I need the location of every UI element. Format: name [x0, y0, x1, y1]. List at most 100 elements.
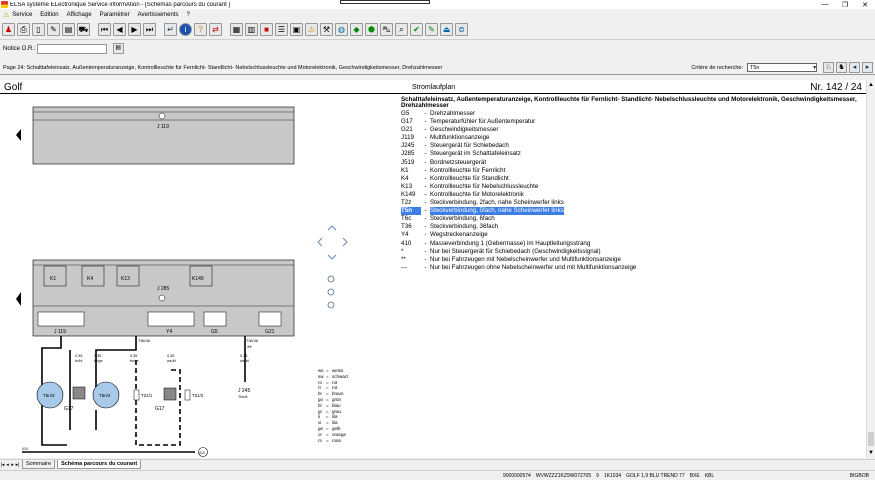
- tab-schema[interactable]: Schéma parcours du courant: [57, 460, 142, 469]
- find-previous-icon[interactable]: ♘: [823, 62, 834, 73]
- legend-code: J245: [401, 142, 415, 150]
- zoom-in-icon[interactable]: [327, 288, 335, 296]
- pan-up-icon[interactable]: [327, 225, 337, 231]
- menu-affichage[interactable]: Affichage: [67, 12, 92, 18]
- legend-row[interactable]: K1 - Kontrollleuchte für Fernlicht: [401, 167, 861, 175]
- collapse-left-icon[interactable]: [16, 129, 21, 141]
- first-page-icon[interactable]: ⏮: [98, 23, 111, 36]
- pan-right-icon[interactable]: [342, 237, 348, 247]
- menu-service[interactable]: Service: [12, 12, 32, 18]
- new-document-icon[interactable]: ▯: [32, 23, 45, 36]
- red-book-icon[interactable]: ■: [260, 23, 273, 36]
- find-next-icon[interactable]: ♞: [836, 62, 847, 73]
- edit-green-icon[interactable]: ✎: [425, 23, 438, 36]
- legend-row[interactable]: --- - Nur bei Fahrzeugen ohne Nebelscheinw…: [401, 264, 861, 272]
- legend-row[interactable]: J119 - Multifunktionsanzeige: [401, 134, 861, 142]
- pan-down-icon[interactable]: [327, 254, 337, 260]
- maximize-button[interactable]: ❐: [835, 1, 855, 9]
- menu-help[interactable]: ?: [187, 12, 190, 18]
- legend-row[interactable]: J285 - Steuergerät im Schalttafeleinsatz: [401, 150, 861, 158]
- legend-row[interactable]: T36 - Steckverbindung, 36fach: [401, 223, 861, 231]
- scroll-up-icon[interactable]: ▲: [868, 82, 874, 88]
- legend-row[interactable]: G17 - Temperaturfühler für Außentemperatur: [401, 118, 861, 126]
- criteria-label: Critère de recherche:: [691, 64, 743, 71]
- zoom-fit-icon[interactable]: [327, 301, 335, 309]
- tab-sommaire[interactable]: Sommaire: [22, 460, 56, 469]
- menu-edition[interactable]: Edition: [40, 12, 58, 18]
- close-button[interactable]: ✕: [855, 1, 875, 9]
- legend-row[interactable]: K4 - Kontrollleuchte für Standlicht: [401, 175, 861, 183]
- previous-page-icon[interactable]: ◀: [113, 23, 126, 36]
- list-icon[interactable]: ☰: [275, 23, 288, 36]
- warning-icon[interactable]: ⚠: [3, 11, 9, 19]
- pan-left-icon[interactable]: [317, 237, 323, 247]
- k149-label: K149: [192, 276, 204, 282]
- menu-avertissements[interactable]: Avertissements: [138, 12, 179, 18]
- exit-icon[interactable]: ⏏: [440, 23, 453, 36]
- status-engine: BXE: [689, 472, 700, 479]
- scroll-thumb[interactable]: [868, 432, 874, 446]
- g17-label-b: G17: [155, 406, 165, 412]
- print-icon[interactable]: ⎙: [17, 23, 30, 36]
- legend-row[interactable]: K149- Kontrollleuchte für Motorelektronik: [401, 191, 861, 199]
- tab-last-icon[interactable]: ▸|: [15, 462, 20, 468]
- legend-row[interactable]: * - Nur bei Steuergerät für Schiebedach (G…: [401, 248, 861, 256]
- legend-row[interactable]: G21 - Geschwindigkeitsmesser: [401, 126, 861, 134]
- edit-icon[interactable]: ✎: [47, 23, 60, 36]
- last-page-icon[interactable]: ⏭: [143, 23, 156, 36]
- wire-color-label: br/ge: [130, 359, 139, 363]
- alert-icon[interactable]: ⚠: [305, 23, 318, 36]
- vehicle-icon[interactable]: ⛍: [380, 23, 393, 36]
- legend-row[interactable]: G5 - Drehzahlmesser: [401, 110, 861, 118]
- minimize-button[interactable]: —: [815, 1, 835, 8]
- tools-icon[interactable]: ⚒: [320, 23, 333, 36]
- zoom-out-icon[interactable]: [327, 275, 335, 283]
- back-icon[interactable]: ◂: [849, 62, 860, 73]
- legend-row[interactable]: ** - Nur bei Fahrzeugen mit Nebelscheinwer…: [401, 256, 861, 264]
- help-icon[interactable]: ?: [194, 23, 207, 36]
- legend-row[interactable]: T2z - Steckverbindung, 2fach, nahe Scheinw…: [401, 199, 861, 207]
- scroll-down-icon[interactable]: ▼: [868, 450, 874, 456]
- wire-color-label: br/ge: [94, 359, 103, 363]
- notice-input[interactable]: [36, 43, 107, 54]
- menu-parametrer[interactable]: Paramètrer: [100, 12, 130, 18]
- page-bar: Page 24: Schalttafeleinsatz, Außentemper…: [0, 61, 875, 75]
- switch-icon[interactable]: ⇄: [209, 23, 222, 36]
- document-icon[interactable]: ▤: [62, 23, 75, 36]
- legend-row[interactable]: 410 - Masseverbindung 1 (Gebermasse) im Ha…: [401, 240, 861, 248]
- criteria-select[interactable]: T5n ▾: [747, 63, 817, 72]
- search-doc-icon[interactable]: ⌕: [395, 23, 408, 36]
- wire-color-legend: ws = weiss sw = schwarz ro = rot rt = rot br = braun gn…: [318, 368, 349, 443]
- collapse-left-icon[interactable]: [16, 292, 21, 306]
- vertical-scrollbar[interactable]: ▲ ▼: [866, 80, 875, 458]
- legend-row[interactable]: J519 - Bordnetzsteuergerät: [401, 159, 861, 167]
- tag-icon[interactable]: ◆: [350, 23, 363, 36]
- tab-bar: |◂ ◂ ▸ ▸| Sommaire Schéma parcours du co…: [0, 459, 875, 469]
- book-icon[interactable]: ▥: [245, 23, 258, 36]
- forward-icon[interactable]: ▸: [862, 62, 873, 73]
- car-icon[interactable]: ⛟: [77, 23, 90, 36]
- manual-icon[interactable]: ▣: [290, 23, 303, 36]
- language-icon[interactable]: ⊜: [455, 23, 468, 36]
- legend-dash: -: [424, 118, 427, 126]
- next-page-icon[interactable]: ▶: [128, 23, 141, 36]
- legend-description: Nur bei Fahrzeugen ohne Nebelscheinwerfe…: [430, 263, 637, 271]
- legend-row[interactable]: K13 - Kontrollleuchte für Nebelschlussleuc…: [401, 183, 861, 191]
- progress-bar: [340, 0, 430, 4]
- legend-row[interactable]: T5n - Steckverbindung, 5fach, nahe Scheinw…: [401, 207, 861, 216]
- grid-icon[interactable]: ▦: [230, 23, 243, 36]
- info-icon[interactable]: i: [179, 23, 192, 36]
- return-icon[interactable]: ↵: [164, 23, 177, 36]
- notice-save-icon[interactable]: ▤: [112, 43, 124, 54]
- globe-icon[interactable]: ◍: [335, 23, 348, 36]
- legend-row[interactable]: T6c - Steckverbindung, 6fach: [401, 215, 861, 223]
- legend-row[interactable]: Y4 - Wegstreckenanzeige: [401, 231, 861, 239]
- user-icon[interactable]: ♟: [2, 23, 15, 36]
- legend-title: Schalttafeleinsatz, Außentemperaturanzei…: [401, 96, 857, 110]
- legend-dash: -: [424, 199, 427, 207]
- legend-code: J519: [401, 158, 415, 166]
- component-icon[interactable]: ⬢: [365, 23, 378, 36]
- legend-row[interactable]: J245 - Steuergerät für Schiebedach: [401, 142, 861, 150]
- check-icon[interactable]: ✔: [410, 23, 423, 36]
- legend-description: Steckverbindung, 6fach: [430, 215, 495, 223]
